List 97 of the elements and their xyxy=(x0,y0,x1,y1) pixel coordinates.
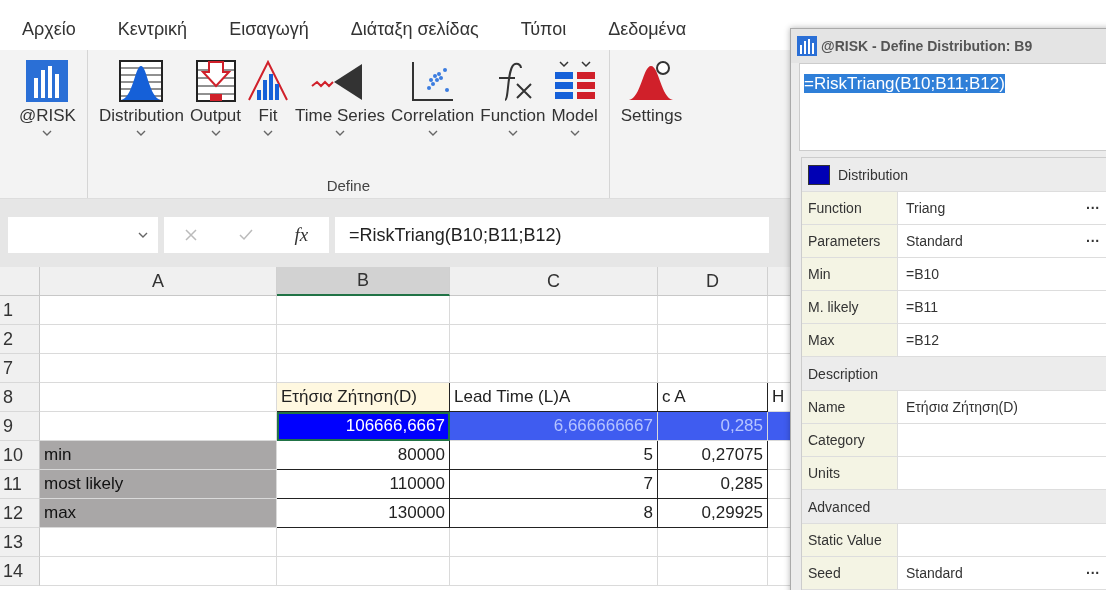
ribbon-button[interactable]: Function xyxy=(479,58,547,138)
ribbon-button[interactable]: Correlation xyxy=(390,58,476,138)
table-cell: min xyxy=(40,441,277,470)
menu-tab[interactable]: Δεδομένα xyxy=(608,10,687,40)
dropdown-caret-icon xyxy=(210,130,221,136)
ellipsis-button[interactable]: ··· xyxy=(1086,565,1100,581)
insert-function-button[interactable]: fx xyxy=(294,224,309,246)
dropdown-caret-icon xyxy=(569,130,580,136)
property-value[interactable]: Triang ··· xyxy=(897,192,1106,224)
row-header[interactable]: 12 xyxy=(0,499,40,528)
select-all-corner[interactable] xyxy=(0,267,40,296)
property-label: Units xyxy=(802,457,897,489)
table-cell: 0,29925 xyxy=(658,499,768,528)
table-cell: Ετήσια Ζήτηση(D) xyxy=(277,383,450,412)
row-header[interactable]: 8 xyxy=(0,383,40,412)
table-cell: 0,27075 xyxy=(658,441,768,470)
row-header[interactable]: 14 xyxy=(0,557,40,586)
table-cell: 130000 xyxy=(277,499,450,528)
menu-tab[interactable]: Διάταξη σελίδας xyxy=(350,10,479,40)
property-value[interactable]: =B12 xyxy=(897,324,1106,356)
property-value[interactable]: =B10 xyxy=(897,258,1106,290)
property-label: Function xyxy=(802,192,897,224)
formula-input[interactable]: =RiskTriang(B10;B11;B12) xyxy=(335,217,769,253)
row-header[interactable]: 2 xyxy=(0,325,40,354)
property-value[interactable]: Standard ··· xyxy=(897,557,1106,589)
row-header[interactable]: 10 xyxy=(0,441,40,470)
ribbon-button[interactable]: @RISK xyxy=(18,58,77,138)
row-header[interactable]: 9 xyxy=(0,412,40,441)
scatter-plot-icon xyxy=(410,60,455,102)
table-cell: 110000 xyxy=(277,470,450,499)
bell-curve-grid-icon xyxy=(119,60,164,102)
menu-tab[interactable]: Τύποι xyxy=(520,10,567,40)
ellipsis-button[interactable]: ··· xyxy=(1086,233,1100,249)
row-header[interactable]: 1 xyxy=(0,296,40,325)
dialog-title: @RISK - Define Distribution: B9 xyxy=(821,38,1033,54)
model-grid-icon xyxy=(552,60,597,102)
dropdown-caret-icon xyxy=(335,130,346,136)
table-cell: most likely xyxy=(40,470,277,499)
table-cell: 6,666666667 xyxy=(450,412,658,441)
property-label: Max xyxy=(802,324,897,356)
property-label: M. likely xyxy=(802,291,897,323)
property-value[interactable] xyxy=(897,424,1106,456)
property-value[interactable]: =B11 xyxy=(897,291,1106,323)
ribbon-button[interactable]: Settings xyxy=(619,58,684,128)
cancel-icon[interactable] xyxy=(184,229,197,241)
section-title: Description xyxy=(808,365,879,382)
column-header[interactable]: A xyxy=(40,267,277,296)
menu-tab[interactable]: Αρχείο xyxy=(22,10,76,40)
row-header[interactable]: 7 xyxy=(0,354,40,383)
ribbon-button[interactable]: Time Series xyxy=(294,58,387,138)
property-value[interactable]: Standard ··· xyxy=(897,225,1106,257)
ribbon-button[interactable]: Output xyxy=(189,58,243,138)
formula-field[interactable]: =RiskTriang(B10;B11;B12) xyxy=(799,63,1106,151)
table-cell: 80000 xyxy=(277,441,450,470)
table-cell: 106666,6667 xyxy=(277,412,450,441)
row-header[interactable]: 11 xyxy=(0,470,40,499)
group-label: Define xyxy=(325,177,372,196)
column-header[interactable]: C xyxy=(450,267,658,296)
dropdown-caret-icon xyxy=(507,130,518,136)
table-cell: 0,285 xyxy=(658,470,768,499)
check-icon[interactable] xyxy=(238,229,253,241)
property-label: Seed xyxy=(802,557,897,589)
row-header[interactable]: 13 xyxy=(0,528,40,557)
bar-chart-logo-icon xyxy=(797,36,817,56)
dropdown-caret-icon xyxy=(138,232,148,238)
table-cell: max xyxy=(40,499,277,528)
property-label: Min xyxy=(802,258,897,290)
name-box[interactable] xyxy=(8,217,158,253)
table-cell: c A xyxy=(658,383,768,412)
table-cell: 7 xyxy=(450,470,658,499)
triangle-histogram-icon xyxy=(247,60,290,102)
property-value[interactable] xyxy=(897,524,1106,556)
table-cell: 8 xyxy=(450,499,658,528)
dropdown-caret-icon xyxy=(136,130,147,136)
property-value[interactable] xyxy=(897,457,1106,489)
section-title: Distribution xyxy=(838,166,909,183)
table-cell: 5 xyxy=(450,441,658,470)
column-header[interactable]: B xyxy=(277,267,450,296)
dropdown-caret-icon xyxy=(42,130,53,136)
menu-tab[interactable]: Κεντρική xyxy=(117,10,188,40)
bar-chart-logo-icon xyxy=(26,60,69,102)
table-cell: 0,285 xyxy=(658,412,768,441)
menu-tab[interactable]: Εισαγωγή xyxy=(229,10,309,40)
dropdown-caret-icon xyxy=(427,130,438,136)
property-value[interactable]: Ετήσια Ζήτηση(D) xyxy=(897,391,1106,423)
dropdown-caret-icon xyxy=(263,130,274,136)
ribbon-button[interactable]: Distribution xyxy=(97,58,185,138)
property-label: Name xyxy=(802,391,897,423)
section-title: Advanced xyxy=(808,498,871,515)
ribbon-button[interactable]: Model xyxy=(550,58,599,138)
column-header[interactable]: D xyxy=(658,267,768,296)
property-label: Category xyxy=(802,424,897,456)
property-label: Parameters xyxy=(802,225,897,257)
property-label: Static Value xyxy=(802,524,897,556)
ribbon-button[interactable]: Fit xyxy=(246,58,291,138)
table-cell: Lead Time (L)A xyxy=(450,383,658,412)
ellipsis-button[interactable]: ··· xyxy=(1086,200,1100,216)
